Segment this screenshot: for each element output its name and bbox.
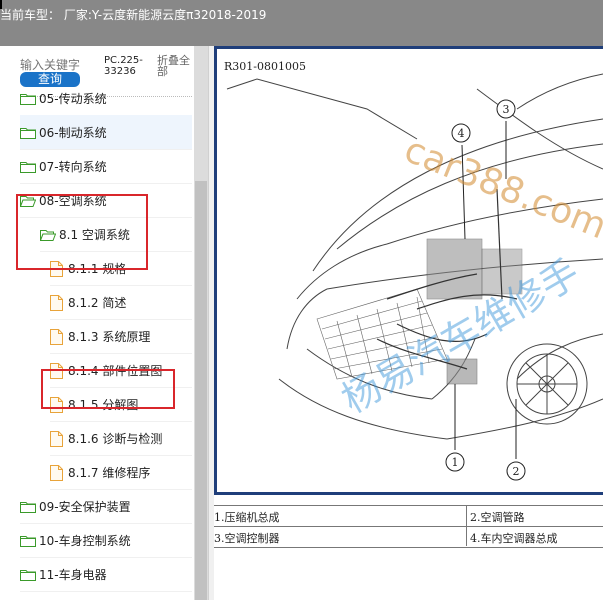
legend-column-divider xyxy=(466,505,467,546)
callout-1: 1 xyxy=(452,456,459,469)
tree-item-label: 06-制动系统 xyxy=(39,125,107,140)
tree-item[interactable]: 06-制动系统 xyxy=(20,115,192,150)
tree-item[interactable]: 09-安全保护装置 xyxy=(20,489,192,524)
folder-icon xyxy=(20,535,36,547)
legend-cell: 4.车内空调器总成 xyxy=(470,532,558,545)
car-diagram: 1 2 3 4 car388.com 杨易汽车维修手 xyxy=(226,73,603,481)
tree-item[interactable]: 10-车身控制系统 xyxy=(20,523,192,558)
legend-cell: 3.空调控制器 xyxy=(214,532,280,545)
folder-icon xyxy=(20,127,36,139)
tree-item[interactable]: 8.1.6 诊断与检测 xyxy=(50,421,192,456)
tree-item-label: 8.1.2 简述 xyxy=(68,295,127,310)
window-title: 当前车型： 厂家:Y-云度新能源云度π32018-2019 xyxy=(0,8,267,22)
callout-2: 2 xyxy=(513,465,520,478)
watermark-url: car388.com xyxy=(399,129,603,247)
tree-item[interactable]: 11-车身电器 xyxy=(20,557,192,592)
folder-icon xyxy=(20,569,36,581)
tree-item[interactable]: 8.1.2 简述 xyxy=(50,285,192,320)
legend-row: 1.压缩机总成 2.空调管路 xyxy=(214,506,603,527)
highlight-box-aircon xyxy=(16,194,148,270)
document-icon xyxy=(50,328,63,345)
document-icon xyxy=(50,294,63,311)
tree-item[interactable]: 8.1.7 维修程序 xyxy=(50,455,192,490)
title-bar: 当前车型： 厂家:Y-云度新能源云度π32018-2019 xyxy=(0,0,603,46)
callout-3: 3 xyxy=(503,103,510,116)
collapse-all-button[interactable]: 折叠全部 xyxy=(157,55,191,77)
folder-icon xyxy=(20,501,36,513)
tree-item-label: 05-传动系统 xyxy=(39,91,107,106)
tree-item-label: 10-车身控制系统 xyxy=(39,533,131,548)
legend-cell: 2.空调管路 xyxy=(470,511,525,524)
folder-icon xyxy=(20,93,36,105)
tree-item-label: 8.1.6 诊断与检测 xyxy=(68,431,163,446)
folder-icon xyxy=(20,161,36,173)
figure-code: R301-0801005 xyxy=(224,60,306,73)
model-code-label: PC.225-33236 xyxy=(104,55,143,77)
sidebar-scrollbar-thumb[interactable] xyxy=(195,181,207,600)
legend-cell: 1.压缩机总成 xyxy=(214,511,280,524)
tree-item[interactable]: 8.1.3 系统原理 xyxy=(50,319,192,354)
highlight-box-component-location xyxy=(41,369,175,409)
parts-legend-table: 1.压缩机总成 2.空调管路 3.空调控制器 4.车内空调器总成 xyxy=(214,505,603,548)
callout-4: 4 xyxy=(458,127,465,140)
document-viewer: 1 2 3 4 car388.com 杨易汽车维修手 R301-0801005 … xyxy=(214,46,603,600)
document-icon xyxy=(50,464,63,481)
legend-row: 3.空调控制器 4.车内空调器总成 xyxy=(214,527,603,548)
tree-item-label: 8.1.3 系统原理 xyxy=(68,329,151,344)
tree-item-label: 11-车身电器 xyxy=(39,567,107,582)
tree-item-label: 09-安全保护装置 xyxy=(39,499,131,514)
tree-item-label: 8.1.7 维修程序 xyxy=(68,465,151,480)
tree-item-label: 07-转向系统 xyxy=(39,159,107,174)
tree-item[interactable]: 05-传动系统 xyxy=(20,81,192,116)
tree-item[interactable]: 07-转向系统 xyxy=(20,149,192,184)
document-icon xyxy=(50,430,63,447)
